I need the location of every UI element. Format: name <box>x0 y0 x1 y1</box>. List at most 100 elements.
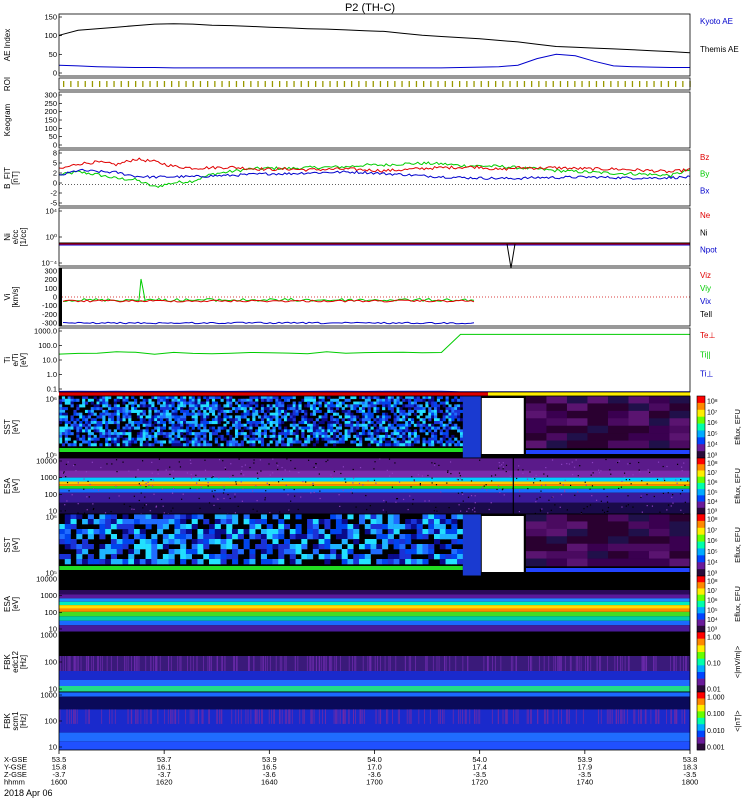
spec-cell <box>264 415 267 418</box>
spec-cell <box>128 410 131 413</box>
spec-cell <box>114 440 117 443</box>
spec-cell <box>65 514 71 519</box>
spec-cell <box>267 407 270 410</box>
spec-noise <box>68 490 69 491</box>
spec-cell <box>443 435 446 438</box>
spec-cell <box>195 421 198 424</box>
spec-cell <box>76 438 79 441</box>
roi-tick <box>416 81 417 87</box>
spec-cell <box>336 429 339 432</box>
spec-cell <box>324 534 330 539</box>
spec-cell <box>460 443 463 446</box>
roi-tick <box>106 81 107 87</box>
spec-cell <box>368 421 371 424</box>
roi-tick <box>423 81 424 87</box>
spec-noise <box>564 491 565 492</box>
spec-cell <box>281 404 284 407</box>
spec-cell <box>166 415 169 418</box>
spec-cell <box>440 544 446 549</box>
spec-cell <box>293 413 296 416</box>
roi-tick <box>221 81 222 87</box>
spec-noise <box>663 478 664 479</box>
spec-cell <box>68 438 71 441</box>
spec-cell <box>324 429 327 432</box>
spec-cell <box>408 418 411 421</box>
spec-cell <box>278 427 281 430</box>
colorbar-segment <box>697 451 705 458</box>
spec-cell <box>336 534 342 539</box>
spec-cell <box>628 529 649 537</box>
spec-cell <box>336 427 339 430</box>
spec-noise <box>344 478 345 479</box>
spec-cell <box>229 415 232 418</box>
spec-cell <box>399 432 402 435</box>
spec-cell <box>128 549 134 554</box>
spec-cell <box>333 429 336 432</box>
spec-cell <box>284 432 287 435</box>
spec-cell <box>246 421 249 424</box>
spec-cell <box>117 559 123 564</box>
spec-cell <box>362 418 365 421</box>
spec-noise <box>336 656 337 671</box>
spec-cell <box>417 534 423 539</box>
spec-cell <box>371 549 377 554</box>
colorbar-segment <box>697 489 705 496</box>
spec-noise <box>60 709 61 724</box>
spec-cell <box>385 413 388 416</box>
spec-noise <box>294 496 295 497</box>
spec-cell <box>267 421 270 424</box>
spec-noise <box>600 656 601 671</box>
spec-noise <box>353 709 354 724</box>
colorbar-tick-label: 10⁸ <box>707 517 718 524</box>
spec-cell <box>385 402 388 405</box>
spec-cell <box>134 440 137 443</box>
spec-cell <box>65 544 71 549</box>
spec-cell <box>94 404 97 407</box>
spec-cell <box>82 435 85 438</box>
spec-cell <box>261 399 264 402</box>
spec-cell <box>143 402 146 405</box>
spec-cell <box>319 396 322 399</box>
spec-cell <box>105 404 108 407</box>
spec-noise <box>671 709 672 724</box>
colorbar-tick-label: 10⁴ <box>707 499 718 506</box>
spec-cell <box>238 404 241 407</box>
spec-cell <box>293 432 296 435</box>
spec-noise <box>656 709 657 724</box>
spec-cell <box>226 514 232 519</box>
spec-noise <box>93 656 94 671</box>
spec-cell <box>209 529 215 534</box>
spec-cell <box>108 418 111 421</box>
spec-cell <box>440 421 443 424</box>
spec-cell <box>379 415 382 418</box>
spec-cell <box>359 544 365 549</box>
spec-cell <box>212 404 215 407</box>
spec-cell <box>189 399 192 402</box>
spec-cell <box>457 443 460 446</box>
spec-noise <box>374 461 375 462</box>
spec-cell <box>388 514 394 519</box>
spec-cell <box>350 404 353 407</box>
spec-cell <box>180 415 183 418</box>
spec-cell <box>448 427 451 430</box>
spec-cell <box>137 435 140 438</box>
spec-cell <box>321 418 324 421</box>
spec-cell <box>180 429 183 432</box>
spec-cell <box>180 524 186 529</box>
spec-cell <box>186 514 192 519</box>
spec-cell <box>379 427 382 430</box>
spec-cell <box>669 403 690 411</box>
spec-cell <box>232 421 235 424</box>
spec-cell <box>223 404 226 407</box>
spec-noise <box>687 480 688 481</box>
colorbar-segment <box>697 613 705 620</box>
spec-cell <box>171 402 174 405</box>
spec-noise <box>362 484 363 485</box>
spec-cell <box>371 524 377 529</box>
spec-cell <box>120 435 123 438</box>
spec-cell <box>350 413 353 416</box>
spec-cell <box>154 435 157 438</box>
spec-noise <box>628 504 629 505</box>
spec-cell <box>88 410 91 413</box>
spec-cell <box>238 415 241 418</box>
